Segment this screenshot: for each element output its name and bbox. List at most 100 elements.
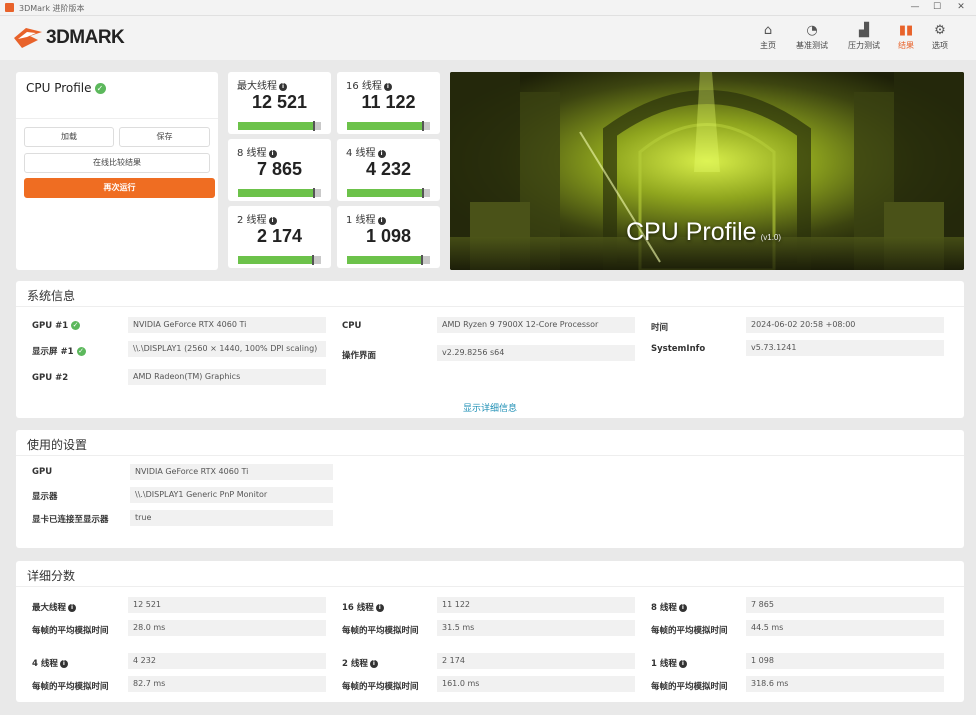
systeminfo-value: v5.73.1241	[746, 340, 944, 356]
score-bar	[238, 255, 321, 265]
run-again-button[interactable]: 再次运行	[24, 178, 215, 198]
nav-benchmark[interactable]: ◔ 基准测试	[792, 22, 832, 56]
info-icon[interactable]: i	[59, 660, 68, 668]
score-bar-fill	[238, 189, 314, 197]
info-icon[interactable]: i	[68, 604, 77, 612]
frame-time-value: 44.5 ms	[746, 620, 944, 636]
settings-gpu-label: GPU	[32, 467, 53, 477]
hero-title-text: CPU Profile	[626, 218, 757, 246]
score-value: 2 174	[256, 226, 303, 246]
display1-label: 显示屏 #1 ✓	[32, 345, 86, 357]
info-icon[interactable]: i	[268, 217, 277, 225]
detail-score-label-text: 4 线程	[32, 659, 58, 669]
gauge-icon: ◔	[806, 23, 818, 38]
settings-connected-value: true	[130, 510, 333, 526]
settings-connected-label: 显卡已连接至显示器	[32, 515, 109, 525]
frame-time-label: 每帧的平均模拟时间	[32, 626, 109, 636]
score-bar-fill	[347, 122, 424, 130]
score-value: 12 521	[251, 92, 308, 112]
detail-score-label: 16 线程 i	[342, 601, 384, 613]
detail-score-label: 1 线程 i	[651, 657, 687, 669]
score-bar-fill	[347, 256, 422, 264]
load-button[interactable]: 加载	[24, 127, 114, 147]
frame-time-value: 31.5 ms	[437, 620, 635, 636]
score-bar-marker	[312, 188, 315, 198]
cpu-value: AMD Ryzen 9 7900X 12-Core Processor	[437, 317, 635, 333]
time-value: 2024-06-02 20:58 +08:00	[746, 317, 944, 333]
hero-title: CPU Profile (v1.0)	[626, 218, 781, 247]
systeminfo-label: SystemInfo	[651, 344, 706, 354]
nav-home[interactable]: ⌂ 主页	[750, 22, 786, 56]
info-icon[interactable]: i	[377, 217, 386, 225]
nav-home-label: 主页	[760, 41, 776, 50]
check-icon: ✓	[71, 321, 81, 330]
hero-image: CPU Profile (v1.0)	[450, 72, 964, 270]
score-card: 1 线程 i 1 098	[337, 206, 440, 268]
score-bar-marker	[422, 188, 425, 198]
detail-score-value: 7 865	[746, 597, 944, 613]
detail-score-value: 1 098	[746, 653, 944, 669]
info-icon[interactable]: i	[279, 83, 287, 91]
score-label: 1 线程 i	[346, 211, 386, 226]
stress-chart-icon: ▟	[859, 23, 869, 38]
divider	[16, 306, 964, 307]
score-bar	[238, 121, 321, 131]
display1-value: \\.\DISPLAY1 (2560 × 1440, 100% DPI scal…	[128, 341, 326, 357]
nav-stress-label: 压力测试	[848, 41, 880, 50]
nav-options[interactable]: ⚙ 选项	[922, 22, 958, 56]
close-button[interactable]: ✕	[950, 1, 972, 14]
hero-version: (v1.0)	[760, 233, 782, 242]
app-header: 3DMARK ⌂ 主页 ◔ 基准测试 ▟ 压力测试 ▮▮ 结果 ⚙ 选项	[0, 16, 976, 60]
settings-section: 使用的设置 GPU NVIDIA GeForce RTX 4060 Ti 显示器…	[16, 430, 964, 548]
save-button[interactable]: 保存	[119, 127, 210, 147]
gpu2-label: GPU #2	[32, 373, 69, 383]
frame-time-label: 每帧的平均模拟时间	[342, 682, 419, 692]
score-label: 最大线程 i	[237, 77, 287, 92]
detail-score-value: 12 521	[128, 597, 326, 613]
divider	[16, 586, 964, 587]
info-icon[interactable]: i	[369, 660, 378, 668]
profile-name: CPU Profile	[26, 81, 92, 95]
gpu2-value: AMD Radeon(TM) Graphics	[128, 369, 326, 385]
os-value: v2.29.8256 s64	[437, 345, 635, 361]
gear-icon: ⚙	[934, 23, 946, 38]
home-icon: ⌂	[763, 23, 773, 38]
cpu-label: CPU	[342, 321, 362, 331]
info-icon[interactable]: i	[678, 660, 687, 668]
detail-score-value: 2 174	[437, 653, 635, 669]
results-bar-icon: ▮▮	[898, 23, 914, 38]
gpu1-value: NVIDIA GeForce RTX 4060 Ti	[128, 317, 326, 333]
score-label-text: 4 线程	[346, 148, 376, 159]
detail-score-value: 11 122	[437, 597, 635, 613]
info-icon[interactable]: i	[383, 83, 392, 91]
show-details-link[interactable]: 显示详细信息	[16, 401, 964, 414]
frame-time-label: 每帧的平均模拟时间	[342, 626, 419, 636]
nav-results[interactable]: ▮▮ 结果	[888, 22, 924, 56]
score-label-text: 8 线程	[237, 148, 267, 159]
app-icon	[5, 3, 14, 12]
detail-score-value: 4 232	[128, 653, 326, 669]
info-icon[interactable]: i	[678, 604, 687, 612]
logo-swoosh-icon	[14, 28, 42, 48]
nav-stress[interactable]: ▟ 压力测试	[844, 22, 884, 56]
logo: 3DMARK	[12, 23, 142, 53]
time-label: 时间	[651, 323, 669, 333]
frame-time-label: 每帧的平均模拟时间	[32, 682, 109, 692]
info-icon[interactable]: i	[375, 604, 384, 612]
section-title: 详细分数	[27, 569, 76, 583]
score-label-text: 2 线程	[237, 215, 267, 226]
check-icon: ✓	[94, 83, 106, 94]
nav-options-label: 选项	[932, 41, 948, 50]
maximize-button[interactable]: ☐	[926, 1, 948, 14]
compare-online-button[interactable]: 在线比较结果	[24, 153, 210, 173]
detail-scores-section: 详细分数 最大线程 i 12 521 每帧的平均模拟时间 28.0 ms 16 线程 i 11…	[16, 561, 964, 702]
detail-score-label-text: 1 线程	[651, 659, 677, 669]
minimize-button[interactable]: —	[904, 1, 926, 14]
frame-time-label: 每帧的平均模拟时间	[651, 682, 728, 692]
score-label-text: 16 线程	[346, 81, 382, 92]
score-bar-marker	[422, 121, 425, 131]
score-bar	[347, 188, 430, 198]
info-icon[interactable]: i	[377, 150, 386, 158]
section-title: 系统信息	[27, 289, 76, 303]
info-icon[interactable]: i	[268, 150, 277, 158]
